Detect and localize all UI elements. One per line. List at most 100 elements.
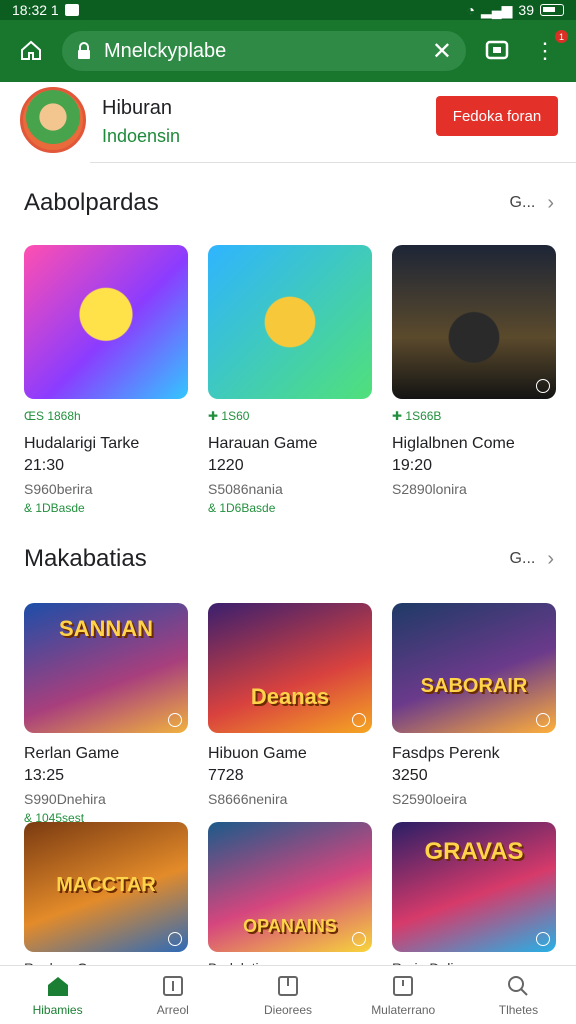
nav-label: Mulaterrano xyxy=(371,1003,436,1017)
nav-home[interactable]: Hibamies xyxy=(0,966,115,1024)
app-card[interactable]: SANNAN Rerlan Game 13:25 S990Dnehira & 1… xyxy=(24,603,188,825)
badge-icon xyxy=(168,713,182,727)
badge-icon xyxy=(536,932,550,946)
app-card[interactable]: ✚ 1S60 Harauan Game 1220 S5086nania & 1D… xyxy=(208,245,372,515)
app-card[interactable]: Deanas Hibuon Game 7728 S8666nenira xyxy=(208,603,372,825)
app-number: 7728 xyxy=(208,767,244,784)
tabs-icon xyxy=(485,40,509,60)
section-header: Aabolpardas G... › xyxy=(0,173,576,233)
app-number: 19:20 xyxy=(392,457,433,474)
app-price: S960berira xyxy=(24,481,93,497)
search-icon xyxy=(506,973,530,999)
app-thumbnail[interactable] xyxy=(24,245,188,399)
notification-badge: 1 xyxy=(555,30,568,43)
app-extra: & 1D6Basde xyxy=(208,501,276,515)
signal-icon: ▂▄▆ xyxy=(480,1,513,18)
app-thumbnail[interactable]: Deanas xyxy=(208,603,372,733)
nav-label: Arreol xyxy=(156,1003,189,1017)
app-card[interactable]: GRAVAS xyxy=(392,822,556,952)
avatar[interactable] xyxy=(20,87,86,153)
see-more-label: G... xyxy=(509,550,536,567)
thumbnail-title: SABORAIR xyxy=(420,674,528,697)
square-icon xyxy=(391,973,415,999)
badge-icon xyxy=(536,379,550,393)
nav-arreol[interactable]: Arreol xyxy=(115,966,230,1024)
badge-icon xyxy=(168,932,182,946)
app-tags: ✚ 1S60 xyxy=(208,409,250,423)
clear-icon[interactable]: ✕ xyxy=(432,37,452,66)
profile-action-button[interactable]: Fedoka foran xyxy=(436,96,558,136)
battery-level: 39 xyxy=(518,2,534,18)
app-thumbnail[interactable] xyxy=(392,245,556,399)
section-header: Makabatias G... › xyxy=(0,529,576,589)
bottom-navigation: Hibamies Arreol Dieorees Mulaterrano Tlh… xyxy=(0,965,576,1024)
app-price: S8666nenira xyxy=(208,791,288,807)
see-more-label: G... xyxy=(509,194,536,211)
app-name: Higlalbnen Come xyxy=(392,435,515,452)
app-thumbnail[interactable]: SABORAIR xyxy=(392,603,556,733)
status-time: 18:32 1 xyxy=(12,2,59,18)
badge-icon xyxy=(536,713,550,727)
address-bar[interactable]: ✕ xyxy=(62,31,466,71)
section-title: Makabatias xyxy=(24,545,147,572)
more-vert-icon: ⋮ xyxy=(534,38,556,63)
app-number: 3250 xyxy=(392,767,428,784)
app-card[interactable]: SABORAIR Fasdps Perenk 3250 S2590loeira xyxy=(392,603,556,825)
grid-icon xyxy=(276,973,300,999)
card-row: SANNAN Rerlan Game 13:25 S990Dnehira & 1… xyxy=(0,603,576,825)
card-row: MACCTAR OPANAINS GRAVAS xyxy=(0,822,556,952)
nav-search[interactable]: Tlhetes xyxy=(461,966,576,1024)
thumbnail-title: MACCTAR xyxy=(56,874,156,896)
app-thumbnail[interactable]: GRAVAS xyxy=(392,822,556,952)
nav-label: Dieorees xyxy=(263,1003,313,1017)
profile-header: Hiburan Indoensin Fedoka foran xyxy=(20,82,576,163)
app-extra: & 1DBasde xyxy=(24,501,85,515)
app-price: S2890lonira xyxy=(392,481,467,497)
app-number: 21:30 xyxy=(24,457,65,474)
badge-icon xyxy=(352,932,366,946)
home-icon xyxy=(46,973,70,999)
app-name: Hudalarigi Tarke xyxy=(24,435,140,452)
app-tags: ✚ 1S66B xyxy=(392,409,442,423)
battery-icon xyxy=(540,4,564,16)
menu-button[interactable]: ⋮ 1 xyxy=(528,30,568,68)
badge-icon xyxy=(352,713,366,727)
see-more-link[interactable]: G... › xyxy=(510,192,554,215)
browser-toolbar: ✕ ⋮ 1 xyxy=(0,20,576,82)
notification-icon xyxy=(64,4,79,16)
app-card[interactable]: OPANAINS xyxy=(208,822,372,952)
app-thumbnail[interactable]: MACCTAR xyxy=(24,822,188,952)
chevron-right-icon: › xyxy=(547,191,554,214)
nav-mulaterrano[interactable]: Mulaterrano xyxy=(346,966,461,1024)
app-price: S5086nania xyxy=(208,481,283,497)
app-tags: ŒS 1868h xyxy=(24,409,81,423)
home-button[interactable] xyxy=(14,34,48,68)
app-price: S990Dnehira xyxy=(24,791,106,807)
app-thumbnail[interactable]: OPANAINS xyxy=(208,822,372,952)
app-name: Fasdps Perenk xyxy=(392,745,500,762)
app-name: Harauan Game xyxy=(208,435,318,452)
nav-dieorees[interactable]: Dieorees xyxy=(230,966,345,1024)
app-card[interactable]: MACCTAR xyxy=(24,822,188,952)
see-more-link[interactable]: G... › xyxy=(510,548,554,571)
app-thumbnail[interactable]: SANNAN xyxy=(24,603,188,733)
profile-name: Hiburan xyxy=(102,97,173,119)
app-card[interactable]: ✚ 1S66B Higlalbnen Come 19:20 S2890lonir… xyxy=(392,245,556,515)
app-name: Rerlan Game xyxy=(24,745,120,762)
app-number: 13:25 xyxy=(24,767,65,784)
status-bar: 18:32 1 ◔ ▂▄▆ 39 xyxy=(0,0,576,20)
url-input[interactable] xyxy=(102,38,422,64)
chevron-right-icon: › xyxy=(547,547,554,570)
thumbnail-title: Deanas xyxy=(250,683,330,709)
app-thumbnail[interactable] xyxy=(208,245,372,399)
profile-subtitle: Indoensin xyxy=(102,126,181,146)
lock-icon xyxy=(78,42,90,59)
thumbnail-title: SANNAN xyxy=(58,616,154,641)
thumbnail-title: OPANAINS xyxy=(243,915,337,936)
thumbnail-title: GRAVAS xyxy=(424,837,524,865)
app-card[interactable]: ŒS 1868h Hudalarigi Tarke 21:30 S960beri… xyxy=(24,245,188,515)
tabs-button[interactable] xyxy=(480,34,514,68)
nav-label: Hibamies xyxy=(32,1003,83,1017)
section-title: Aabolpardas xyxy=(24,189,159,216)
card-row: ŒS 1868h Hudalarigi Tarke 21:30 S960beri… xyxy=(0,245,576,515)
